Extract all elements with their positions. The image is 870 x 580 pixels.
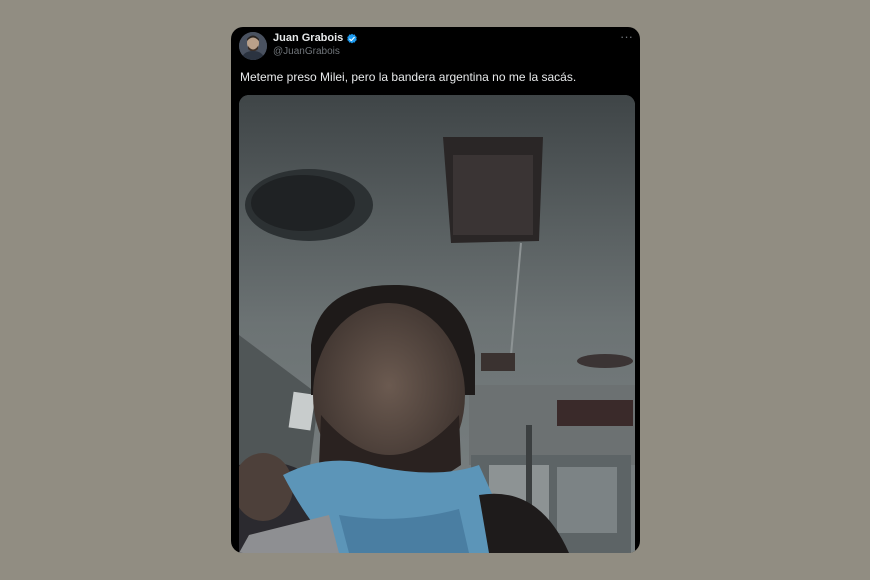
author-name-row: Juan Grabois	[273, 32, 358, 44]
avatar-image	[239, 32, 267, 60]
tweet-card: Juan Grabois @JuanGrabois ··· Meteme pre…	[231, 27, 640, 553]
verified-badge-icon	[346, 32, 358, 44]
photo-image	[239, 95, 635, 553]
author-name[interactable]: Juan Grabois	[273, 32, 343, 44]
author-handle[interactable]: @JuanGrabois	[273, 46, 340, 57]
tweet-text: Meteme preso Milei, pero la bandera arge…	[240, 70, 577, 84]
tweet-photo[interactable]	[239, 95, 635, 553]
avatar[interactable]	[239, 32, 267, 60]
more-options-icon[interactable]: ···	[620, 29, 633, 45]
